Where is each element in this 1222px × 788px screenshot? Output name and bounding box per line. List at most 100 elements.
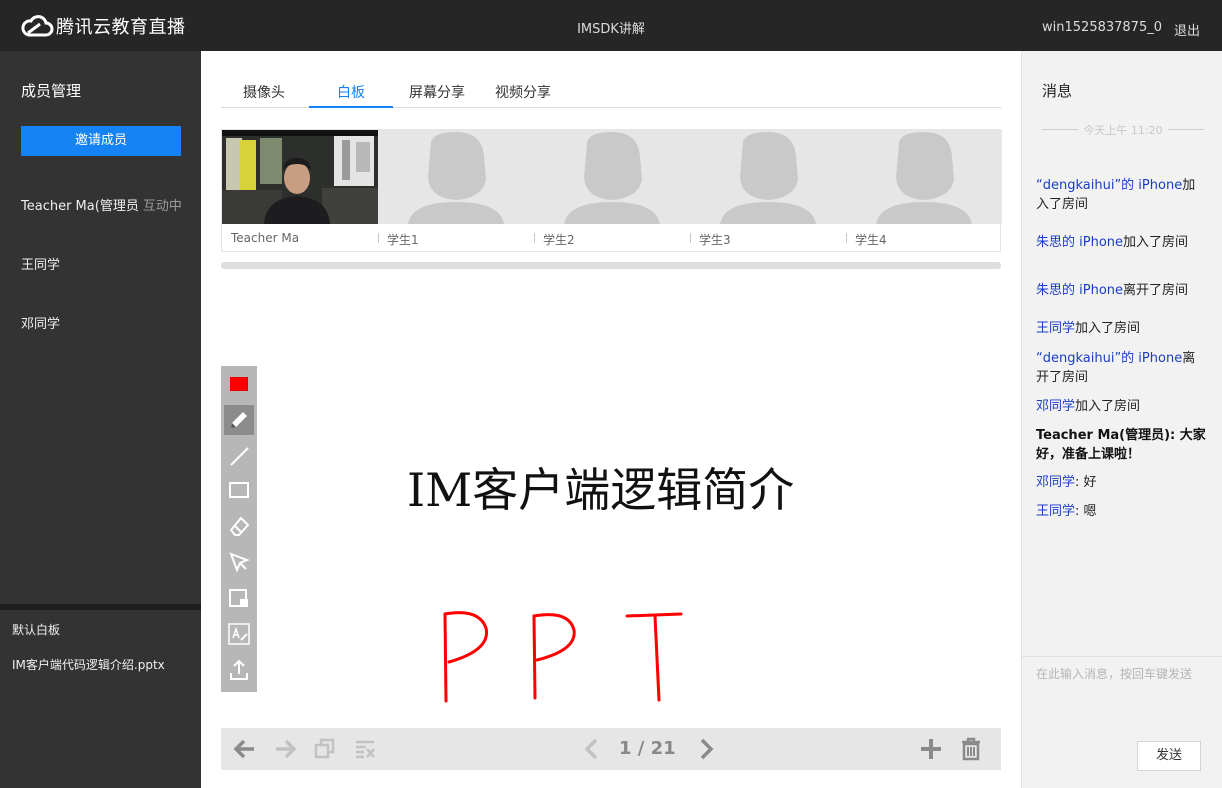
arrow-right-icon (276, 739, 297, 759)
brand-logo: 腾讯云教育直播 (20, 13, 186, 39)
video-strip: Teacher Ma 学生1 学生2 学生3 学生4 (221, 129, 1002, 252)
message-item: 朱思的 iPhone离开了房间 (1036, 281, 1208, 300)
message-item: 王同学: 嗯 (1036, 502, 1208, 521)
member-status: 互动中 (142, 199, 182, 214)
message-sender[interactable]: 朱思的 iPhone (1036, 283, 1123, 298)
clear-icon (356, 740, 375, 759)
redo-button[interactable] (271, 735, 299, 763)
text-tool-button[interactable] (224, 619, 254, 649)
message-sender[interactable]: 王同学 (1036, 321, 1075, 336)
copy-button[interactable] (311, 735, 339, 763)
message-item: Teacher Ma(管理员): 大家好，准备上课啦！ (1036, 426, 1208, 464)
brand-name: 腾讯云教育直播 (56, 17, 186, 38)
undo-button[interactable] (231, 735, 259, 763)
video-slot-label: 学生2 (543, 233, 575, 247)
message-text: 离开了房间 (1123, 283, 1189, 298)
video-slot-student[interactable]: 学生4 (846, 130, 1002, 252)
person-silhouette-icon (408, 132, 504, 224)
file-item-default-whiteboard[interactable]: 默认白板 (12, 621, 60, 638)
slot-separator (690, 233, 691, 243)
slide-title: IM客户端逻辑简介 (407, 463, 795, 517)
current-user: win1525837875_0 (1042, 20, 1162, 35)
tab-camera[interactable]: 摄像头 (241, 82, 287, 108)
select-tool-button[interactable] (224, 547, 254, 577)
chevron-right-icon (700, 738, 714, 760)
tab-whiteboard[interactable]: 白板 (309, 82, 393, 108)
send-button[interactable]: 发送 (1137, 741, 1201, 771)
divider-line (1042, 129, 1078, 130)
video-slot-student[interactable]: 学生3 (690, 130, 846, 252)
placeholder-avatar (378, 130, 534, 224)
rectangle-icon (229, 482, 249, 498)
arrow-left-icon (233, 739, 254, 759)
message-text: 加入了房间 (1075, 399, 1141, 414)
message-panel: 消息 今天上午 11:20 “dengkaihui”的 iPhone加入了房间 … (1021, 51, 1222, 788)
message-item: “dengkaihui”的 iPhone离开了房间 (1036, 349, 1208, 387)
video-slot-label: 学生4 (855, 233, 887, 247)
person-silhouette-icon (720, 132, 816, 224)
eraser-tool-button[interactable] (224, 511, 254, 541)
video-slot-label: 学生3 (699, 233, 731, 247)
message-sender[interactable]: 朱思的 iPhone (1036, 235, 1123, 250)
video-strip-scrollbar[interactable] (221, 262, 1001, 269)
tab-video-share[interactable]: 视频分享 (492, 82, 554, 108)
color-swatch (230, 377, 248, 391)
person-silhouette-icon (564, 132, 660, 224)
whiteboard-controls: 1 / 21 (221, 728, 1001, 770)
image-icon (229, 589, 248, 607)
message-item: 邓同学: 好 (1036, 473, 1208, 492)
video-slot-student[interactable]: 学生1 (378, 130, 534, 252)
view-tabs: 摄像头 白板 屏幕分享 视频分享 (221, 77, 1001, 108)
upload-icon (230, 659, 248, 680)
upload-tool-button[interactable] (224, 655, 254, 685)
next-page-button[interactable] (692, 735, 720, 763)
member-panel: 成员管理 邀请成员 Teacher Ma(管理员 互动中 王同学 邓同学 (0, 51, 201, 604)
member-name: 邓同学 (21, 317, 61, 332)
invite-member-button[interactable]: 邀请成员 (21, 126, 181, 156)
image-tool-button[interactable] (224, 583, 254, 613)
top-bar: 腾讯云教育直播 IMSDK讲解 win1525837875_0 退出 (0, 0, 1222, 51)
teacher-video (222, 130, 378, 224)
line-icon (230, 447, 249, 466)
message-text: 加入了房间 (1123, 235, 1189, 250)
member-item[interactable]: 邓同学 (21, 313, 191, 332)
delete-page-button[interactable] (957, 735, 985, 763)
placeholder-avatar (534, 130, 690, 224)
message-compose: 发送 (1022, 656, 1222, 788)
select-icon (229, 552, 250, 573)
eraser-icon (229, 516, 250, 536)
video-slot-label: Teacher Ma (231, 231, 300, 245)
slot-separator (534, 233, 535, 243)
message-sender[interactable]: 邓同学 (1036, 399, 1075, 414)
video-slot-teacher[interactable]: Teacher Ma (222, 130, 378, 252)
whiteboard-toolbox (221, 366, 257, 692)
add-page-button[interactable] (917, 735, 945, 763)
tab-screen-share[interactable]: 屏幕分享 (406, 82, 468, 108)
cloud-logo-icon (21, 15, 54, 37)
member-item[interactable]: Teacher Ma(管理员 互动中 (21, 195, 191, 214)
pen-tool-button[interactable] (224, 405, 254, 435)
file-item-pptx[interactable]: IM客户端代码逻辑介绍.pptx (12, 656, 165, 673)
text-icon (228, 623, 250, 645)
prev-page-button[interactable] (578, 735, 606, 763)
logout-button[interactable]: 退出 (1174, 20, 1200, 39)
message-sender[interactable]: “dengkaihui”的 iPhone (1036, 351, 1182, 366)
copy-icon (314, 738, 335, 759)
line-tool-button[interactable] (224, 441, 254, 471)
left-sidebar: 成员管理 邀请成员 Teacher Ma(管理员 互动中 王同学 邓同学 默认白板… (0, 51, 201, 788)
clear-board-button[interactable] (351, 735, 379, 763)
message-sender[interactable]: 邓同学 (1036, 475, 1075, 490)
message-item: “dengkaihui”的 iPhone加入了房间 (1036, 176, 1208, 214)
message-sender[interactable]: 王同学 (1036, 504, 1075, 519)
color-picker-button[interactable] (224, 369, 254, 399)
message-sender[interactable]: “dengkaihui”的 iPhone (1036, 178, 1182, 193)
message-text: : 嗯 (1075, 504, 1097, 519)
video-slot-label: 学生1 (387, 233, 419, 247)
video-slot-student[interactable]: 学生2 (534, 130, 690, 252)
whiteboard[interactable]: IM客户端逻辑简介 (221, 276, 1001, 728)
member-item[interactable]: 王同学 (21, 254, 191, 273)
message-input[interactable] (1036, 665, 1208, 725)
rectangle-tool-button[interactable] (224, 475, 254, 505)
pen-icon (231, 412, 247, 428)
time-divider-label: 今天上午 11:20 (1083, 124, 1163, 137)
